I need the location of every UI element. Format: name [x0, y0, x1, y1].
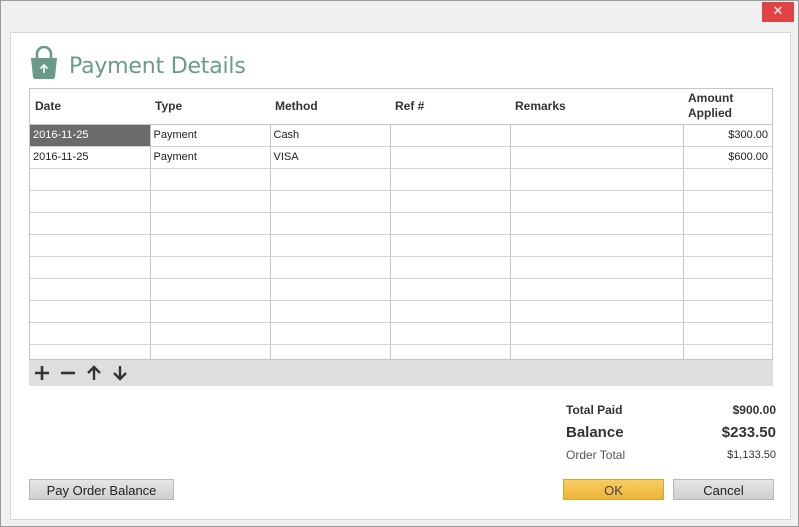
empty-row[interactable]: [30, 300, 772, 323]
cell-ref[interactable]: [390, 146, 511, 169]
cell-remarks[interactable]: [510, 124, 684, 147]
empty-row[interactable]: [30, 212, 772, 235]
content-panel: Payment Details Date Type Method Ref # R…: [10, 32, 791, 520]
empty-row[interactable]: [30, 234, 772, 257]
balance-row: Balance $233.50: [566, 420, 776, 444]
empty-row[interactable]: [30, 168, 772, 191]
table-row[interactable]: 2016-11-25 Payment VISA $600.00: [30, 146, 772, 169]
column-header-remarks[interactable]: Remarks: [510, 89, 683, 125]
total-paid-value: $900.00: [732, 403, 776, 417]
column-header-type[interactable]: Type: [150, 89, 270, 125]
arrow-down-icon: [113, 366, 127, 381]
cell-type[interactable]: Payment: [150, 146, 271, 169]
close-icon: ✕: [772, 4, 784, 19]
order-total-label: Order Total: [566, 448, 626, 462]
remove-icon: [61, 371, 75, 375]
cell-amount[interactable]: $300.00: [683, 124, 772, 147]
remove-row-button[interactable]: [59, 364, 77, 382]
cancel-button[interactable]: Cancel: [673, 479, 774, 500]
cell-type[interactable]: Payment: [150, 124, 271, 147]
add-row-button[interactable]: [33, 364, 51, 382]
totals-summary: Total Paid $900.00 Balance $233.50 Order…: [566, 400, 776, 466]
table-header-row: Date Type Method Ref # Remarks Amount Ap…: [30, 89, 772, 125]
column-header-date[interactable]: Date: [30, 89, 150, 125]
cell-remarks[interactable]: [510, 146, 684, 169]
cell-date[interactable]: 2016-11-25: [30, 146, 151, 169]
empty-row[interactable]: [30, 190, 772, 213]
add-icon: [35, 366, 49, 380]
move-down-button[interactable]: [111, 364, 129, 382]
cell-method[interactable]: VISA: [270, 146, 391, 169]
header: Payment Details: [29, 45, 246, 81]
total-paid-row: Total Paid $900.00: [566, 400, 776, 420]
move-up-button[interactable]: [85, 364, 103, 382]
cell-date[interactable]: 2016-11-25: [30, 124, 151, 147]
balance-label: Balance: [566, 423, 624, 441]
arrow-up-icon: [87, 365, 101, 380]
shopping-bag-icon: [29, 45, 59, 80]
ok-button[interactable]: OK: [563, 479, 664, 500]
total-paid-label: Total Paid: [566, 403, 623, 417]
close-button[interactable]: ✕: [762, 2, 794, 22]
column-header-amount[interactable]: Amount Applied: [683, 89, 772, 125]
table-row[interactable]: 2016-11-25 Payment Cash $300.00: [30, 124, 772, 147]
order-total-row: Order Total $1,133.50: [566, 444, 776, 466]
pay-order-balance-button[interactable]: Pay Order Balance: [29, 479, 174, 500]
order-total-value: $1,133.50: [727, 449, 776, 461]
cell-amount[interactable]: $600.00: [683, 146, 772, 169]
page-title: Payment Details: [69, 53, 246, 79]
column-header-method[interactable]: Method: [270, 89, 390, 125]
balance-value: $233.50: [721, 423, 776, 441]
empty-row[interactable]: [30, 256, 772, 279]
column-header-ref[interactable]: Ref #: [390, 89, 510, 125]
cell-method[interactable]: Cash: [270, 124, 391, 147]
empty-row[interactable]: [30, 278, 772, 301]
empty-row[interactable]: [30, 322, 772, 345]
payments-table: Date Type Method Ref # Remarks Amount Ap…: [29, 88, 773, 366]
title-bar: ✕: [1, 1, 798, 31]
row-toolbar: [29, 360, 773, 386]
dialog-window: ✕ Payment Details Date Type Method Ref #…: [0, 0, 799, 527]
cell-ref[interactable]: [390, 124, 511, 147]
